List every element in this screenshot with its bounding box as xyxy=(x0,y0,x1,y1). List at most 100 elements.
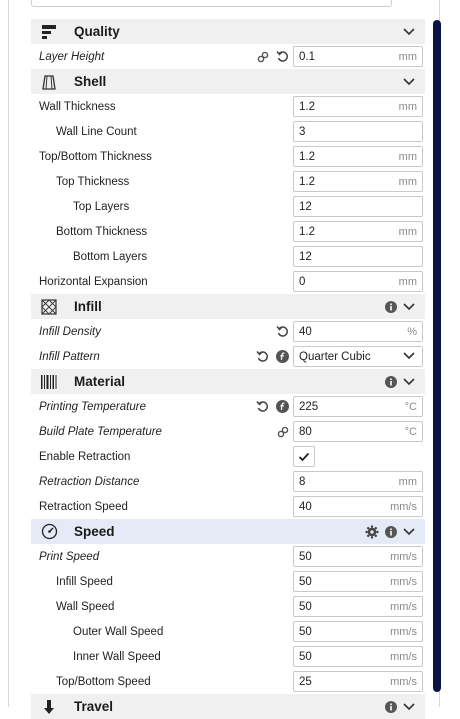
setting-horizontal-expansion: Horizontal Expansion 0 mm xyxy=(31,269,425,294)
check-icon xyxy=(298,452,310,462)
setting-label: Infill Pattern xyxy=(39,350,100,363)
setting-label: Layer Height xyxy=(39,50,105,63)
setting-label: Outer Wall Speed xyxy=(73,625,164,638)
setting-label: Retraction Distance xyxy=(39,475,140,488)
reset-icon[interactable] xyxy=(256,350,269,363)
chevron-down-icon[interactable] xyxy=(403,77,415,86)
inner-wall-speed-input[interactable]: 50 mm/s xyxy=(293,646,423,667)
category-title: Infill xyxy=(74,299,102,314)
chevron-down-icon[interactable] xyxy=(403,302,415,311)
category-title: Quality xyxy=(74,24,120,39)
build-plate-temperature-input[interactable]: 80 °C xyxy=(293,421,423,442)
wall-thickness-input[interactable]: 1.2 mm xyxy=(293,96,423,117)
setting-infill-speed: Infill Speed 50 mm/s xyxy=(31,569,425,594)
top-layers-input[interactable]: 12 xyxy=(293,196,423,217)
category-title: Speed xyxy=(74,524,115,539)
setting-label: Build Plate Temperature xyxy=(39,425,162,438)
top-bottom-thickness-input[interactable]: 1.2 mm xyxy=(293,146,423,167)
setting-build-plate-temperature: Build Plate Temperature 80 °C xyxy=(31,419,425,444)
wall-speed-input[interactable]: 50 mm/s xyxy=(293,596,423,617)
info-icon[interactable] xyxy=(385,300,397,313)
function-icon[interactable] xyxy=(276,400,289,413)
retraction-distance-input[interactable]: 8 mm xyxy=(293,471,423,492)
top-bottom-speed-input[interactable]: 25 mm/s xyxy=(293,671,423,692)
setting-label: Top/Bottom Speed xyxy=(56,675,151,688)
category-infill[interactable]: Infill xyxy=(31,294,425,319)
setting-top-bottom-speed: Top/Bottom Speed 25 mm/s xyxy=(31,669,425,694)
top-thickness-input[interactable]: 1.2 mm xyxy=(293,171,423,192)
setting-label: Inner Wall Speed xyxy=(73,650,161,663)
setting-label: Top Layers xyxy=(73,200,130,213)
bottom-thickness-input[interactable]: 1.2 mm xyxy=(293,221,423,242)
setting-label: Infill Density xyxy=(39,325,101,338)
infill-pattern-select[interactable]: Quarter Cubic xyxy=(293,346,423,367)
setting-enable-retraction: Enable Retraction xyxy=(31,444,425,469)
retraction-speed-input[interactable]: 40 mm/s xyxy=(293,496,423,517)
chevron-down-icon[interactable] xyxy=(403,527,415,536)
link-icon[interactable] xyxy=(277,426,289,438)
setting-label: Retraction Speed xyxy=(39,500,128,513)
setting-top-layers: Top Layers 12 xyxy=(31,194,425,219)
function-icon[interactable] xyxy=(276,350,289,363)
category-quality[interactable]: Quality xyxy=(31,19,425,44)
setting-infill-density: Infill Density 40% xyxy=(31,319,425,344)
category-material[interactable]: Material xyxy=(31,369,425,394)
enable-retraction-checkbox[interactable] xyxy=(293,446,315,467)
setting-label: Print Speed xyxy=(39,550,100,563)
setting-wall-thickness: Wall Thickness 1.2 mm xyxy=(31,94,425,119)
setting-bottom-layers: Bottom Layers 12 xyxy=(31,244,425,269)
setting-retraction-distance: Retraction Distance 8 mm xyxy=(31,469,425,494)
speed-icon xyxy=(40,523,58,541)
horizontal-expansion-input[interactable]: 0 mm xyxy=(293,271,423,292)
category-speed[interactable]: Speed xyxy=(31,519,425,544)
setting-label: Bottom Layers xyxy=(73,250,148,263)
print-speed-input[interactable]: 50 mm/s xyxy=(293,546,423,567)
setting-outer-wall-speed: Outer Wall Speed 50 mm/s xyxy=(31,619,425,644)
search-field[interactable] xyxy=(31,0,392,7)
setting-top-thickness: Top Thickness 1.2 mm xyxy=(31,169,425,194)
chevron-down-icon[interactable] xyxy=(403,377,415,386)
settings-list: Quality Layer Height 0.1 mm Shell Wall Th… xyxy=(31,19,425,719)
category-shell[interactable]: Shell xyxy=(31,69,425,94)
chevron-down-icon xyxy=(403,352,415,360)
shell-icon xyxy=(40,73,58,91)
setting-retraction-speed: Retraction Speed 40 mm/s xyxy=(31,494,425,519)
setting-label: Infill Speed xyxy=(56,575,113,588)
wall-line-count-input[interactable]: 3 xyxy=(293,121,423,142)
setting-print-speed: Print Speed 50 mm/s xyxy=(31,544,425,569)
setting-label: Wall Speed xyxy=(56,600,115,613)
reset-icon[interactable] xyxy=(256,400,269,413)
quality-icon xyxy=(40,23,58,41)
infill-speed-input[interactable]: 50 mm/s xyxy=(293,571,423,592)
setting-wall-line-count: Wall Line Count 3 xyxy=(31,119,425,144)
setting-label: Enable Retraction xyxy=(39,450,131,463)
info-icon[interactable] xyxy=(385,375,397,388)
setting-label: Bottom Thickness xyxy=(56,225,148,238)
reset-icon[interactable] xyxy=(276,325,289,338)
setting-label: Horizontal Expansion xyxy=(39,275,148,288)
setting-inner-wall-speed: Inner Wall Speed 50 mm/s xyxy=(31,644,425,669)
chevron-down-icon[interactable] xyxy=(403,27,415,36)
infill-icon xyxy=(40,298,58,316)
infill-density-input[interactable]: 40% xyxy=(293,321,423,342)
setting-printing-temperature: Printing Temperature 225 °C xyxy=(31,394,425,419)
setting-label: Top Thickness xyxy=(56,175,130,188)
layer-height-input[interactable]: 0.1 mm xyxy=(293,46,423,67)
link-icon[interactable] xyxy=(257,51,269,63)
setting-label: Top/Bottom Thickness xyxy=(39,150,152,163)
info-icon[interactable] xyxy=(385,525,397,538)
reset-icon[interactable] xyxy=(276,50,289,63)
setting-label: Wall Line Count xyxy=(56,125,137,138)
printing-temperature-input[interactable]: 225 °C xyxy=(293,396,423,417)
setting-label: Printing Temperature xyxy=(39,400,146,413)
scrollbar-thumb[interactable] xyxy=(433,20,441,692)
category-title: Material xyxy=(74,374,126,389)
outer-wall-speed-input[interactable]: 50 mm/s xyxy=(293,621,423,642)
setting-label: Wall Thickness xyxy=(39,100,116,113)
setting-bottom-thickness: Bottom Thickness 1.2 mm xyxy=(31,219,425,244)
bottom-layers-input[interactable]: 12 xyxy=(293,246,423,267)
setting-wall-speed: Wall Speed 50 mm/s xyxy=(31,594,425,619)
setting-top-bottom-thickness: Top/Bottom Thickness 1.2 mm xyxy=(31,144,425,169)
gear-icon[interactable] xyxy=(365,525,379,539)
category-title: Shell xyxy=(74,74,107,89)
